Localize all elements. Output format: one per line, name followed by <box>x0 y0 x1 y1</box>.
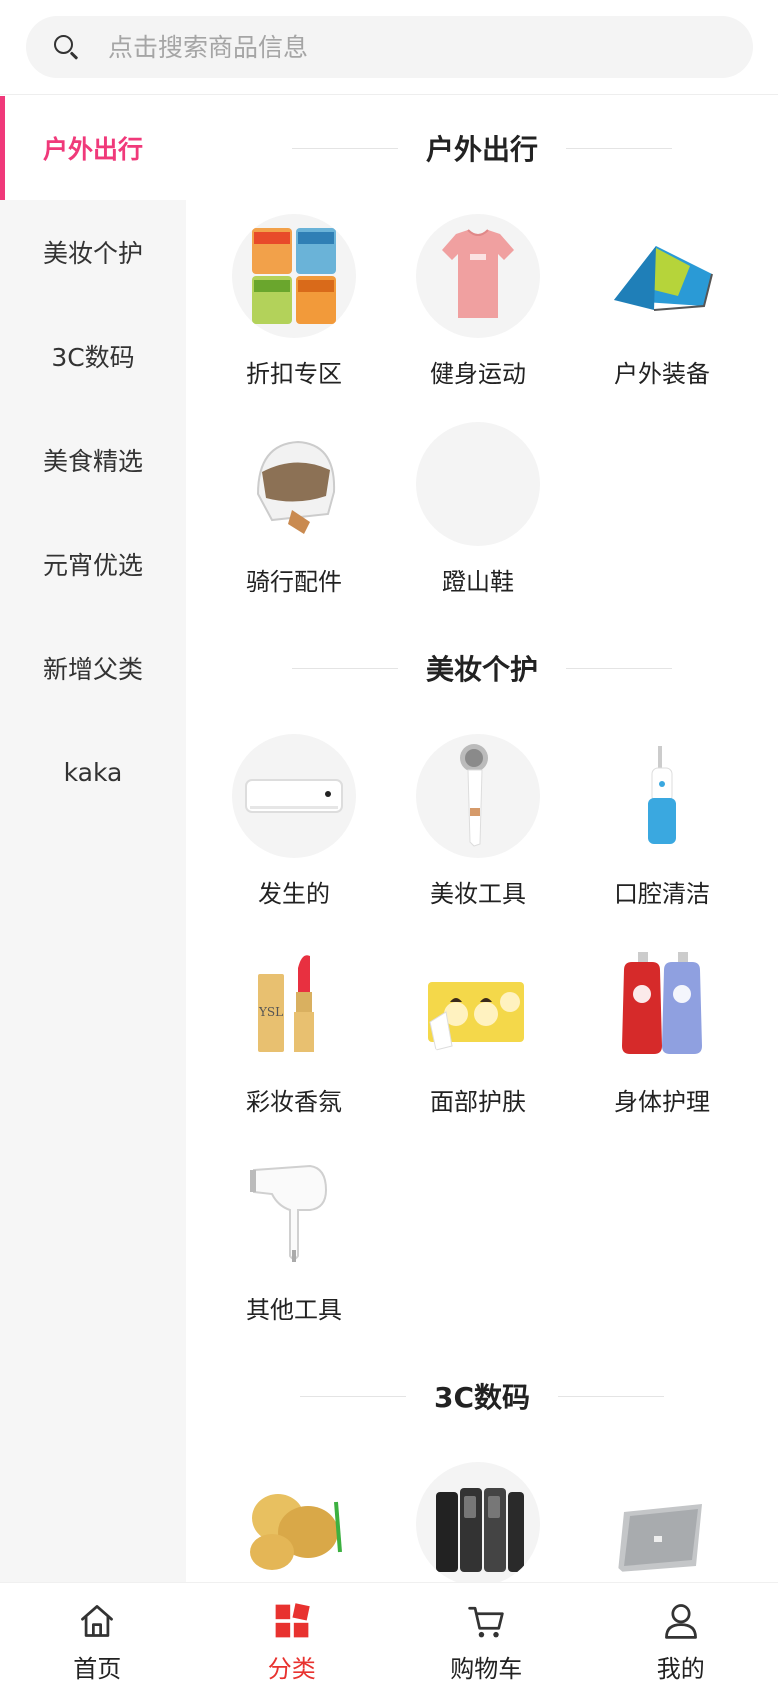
section-title-beauty: 美妆个护 <box>186 632 778 704</box>
subcategory-item[interactable] <box>386 1462 570 1582</box>
sidebar-item-beauty[interactable]: 美妆个护 <box>0 200 186 304</box>
section-title-outdoor: 户外出行 <box>186 112 778 184</box>
air-conditioner-image <box>232 734 356 858</box>
subcategory-item[interactable]: 蹬山鞋 <box>386 422 570 630</box>
tab-label: 首页 <box>73 1655 122 1683</box>
subcategory-item[interactable] <box>202 1462 386 1582</box>
subcategory-label: 口腔清洁 <box>614 880 710 908</box>
subcategory-label: 户外装备 <box>614 360 710 388</box>
subcategory-label: 健身运动 <box>430 360 526 388</box>
face-mask-image <box>416 942 540 1066</box>
subcategory-grid <box>186 1462 778 1582</box>
subcategory-item[interactable]: 美妆工具 <box>386 734 570 942</box>
subcategory-item[interactable]: 口腔清洁 <box>570 734 754 942</box>
tab-label: 我的 <box>656 1655 705 1683</box>
divider <box>566 667 672 669</box>
category-icon <box>275 1603 310 1638</box>
divider <box>558 1395 665 1397</box>
user-icon <box>664 1604 697 1639</box>
tab-label: 分类 <box>267 1655 316 1683</box>
instant-noodle-cups-image <box>232 214 356 338</box>
section-title-text: 户外出行 <box>425 133 538 166</box>
subcategory-item[interactable] <box>570 1462 754 1582</box>
svg-text:YSL: YSL <box>258 1005 283 1019</box>
body-wash-bottles-image <box>600 942 724 1066</box>
sidebar-item-kaka[interactable]: kaka <box>0 720 186 824</box>
search-bar[interactable] <box>26 16 753 78</box>
subcategory-item[interactable]: 户外装备 <box>570 214 754 422</box>
category-sidebar: 户外出行 美妆个护 3C数码 美食精选 元宵优选 新增父类 kaka <box>0 96 186 1582</box>
tab-cart[interactable]: 购物车 <box>389 1583 584 1684</box>
tab-category[interactable]: 分类 <box>195 1583 390 1684</box>
sidebar-item-yuanxiao[interactable]: 元宵优选 <box>0 512 186 616</box>
tab-home[interactable]: 首页 <box>0 1583 195 1684</box>
subcategory-item[interactable]: 其他工具 <box>202 1150 386 1358</box>
subcategory-grid: 发生的 美妆工具 口腔清洁 YSL 彩妆香氛 面部护肤 身体护理 其他工具 <box>186 734 778 1358</box>
subcategory-label: 发生的 <box>258 880 330 908</box>
subcategory-item[interactable]: 骑行配件 <box>202 422 386 630</box>
subcategory-label: 骑行配件 <box>246 568 342 596</box>
divider <box>291 667 398 669</box>
divider <box>566 147 672 149</box>
helmet-image <box>232 422 356 546</box>
sidebar-item-outdoor[interactable]: 户外出行 <box>0 96 186 200</box>
smartphones-image <box>416 1462 540 1582</box>
subcategory-label: 蹬山鞋 <box>442 568 514 596</box>
sidebar-item-new-parent[interactable]: 新增父类 <box>0 616 186 720</box>
subcategory-item[interactable]: 折扣专区 <box>202 214 386 422</box>
subcategory-label: 面部护肤 <box>430 1088 526 1116</box>
tab-profile[interactable]: 我的 <box>584 1583 778 1684</box>
subcategory-label: 身体护理 <box>614 1088 710 1116</box>
potato-image <box>232 1462 356 1582</box>
category-content: 户外出行 折扣专区 健身运动 户外装备 骑行配件 蹬山鞋 美妆个护 发生的 美妆… <box>186 96 778 1582</box>
divider <box>299 1395 406 1397</box>
tab-label: 购物车 <box>450 1655 523 1683</box>
bottom-tab-bar: 首页 分类 购物车 我的 <box>0 1582 778 1684</box>
sidebar-item-3c[interactable]: 3C数码 <box>0 304 186 408</box>
hair-dryer-image <box>232 1150 356 1274</box>
water-flosser-image <box>600 734 724 858</box>
home-icon <box>81 1605 114 1637</box>
face-brush-image <box>416 734 540 858</box>
subcategory-label: 彩妆香氛 <box>246 1088 342 1116</box>
section-title-text: 美妆个护 <box>425 653 538 686</box>
search-input[interactable] <box>108 32 668 62</box>
search-header <box>0 0 778 95</box>
sidebar-item-food[interactable]: 美食精选 <box>0 408 186 512</box>
tent-image <box>600 214 724 338</box>
empty-image <box>416 422 540 546</box>
subcategory-item[interactable]: 身体护理 <box>570 942 754 1150</box>
subcategory-item[interactable]: 健身运动 <box>386 214 570 422</box>
section-title-3c: 3C数码 <box>186 1360 778 1432</box>
divider <box>291 147 398 149</box>
subcategory-item[interactable]: 发生的 <box>202 734 386 942</box>
cart-icon <box>468 1606 504 1638</box>
section-title-text: 3C数码 <box>433 1381 531 1414</box>
subcategory-item[interactable]: 面部护肤 <box>386 942 570 1150</box>
subcategory-item[interactable]: YSL 彩妆香氛 <box>202 942 386 1150</box>
subcategory-label: 美妆工具 <box>430 880 526 908</box>
pink-tshirt-image <box>416 214 540 338</box>
subcategory-grid: 折扣专区 健身运动 户外装备 骑行配件 蹬山鞋 <box>186 214 778 630</box>
subcategory-label: 折扣专区 <box>246 360 342 388</box>
subcategory-label: 其他工具 <box>246 1296 342 1324</box>
laptop-image <box>600 1462 724 1582</box>
search-icon <box>52 33 80 61</box>
lipstick-image: YSL <box>232 942 356 1066</box>
